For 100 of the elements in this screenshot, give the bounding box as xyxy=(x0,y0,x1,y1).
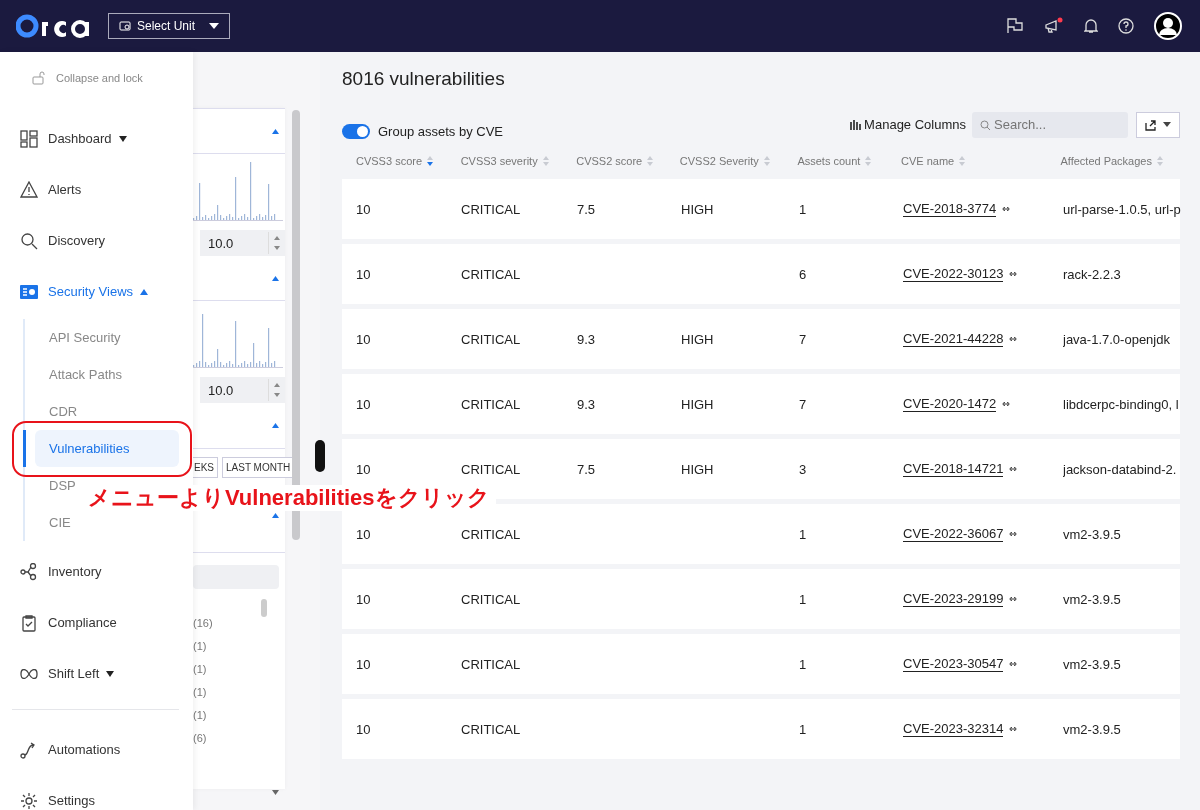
table-cell: 1 xyxy=(799,526,807,542)
caret-icon[interactable] xyxy=(272,423,279,428)
nav-item[interactable]: Dashboard xyxy=(20,113,193,164)
search-field[interactable]: Search... xyxy=(972,111,1128,138)
cve-link[interactable]: CVE-2022-30123 xyxy=(903,266,1004,282)
column-header[interactable]: CVSS3 severity xyxy=(460,155,577,167)
panel-handle[interactable] xyxy=(315,440,325,472)
table-cell: 7 xyxy=(799,331,807,347)
table-row[interactable]: 10 CRITICAL 9.3 HIGH 7 CVE-2021-44228 java-1.7.0-openjdk xyxy=(342,309,1180,369)
column-header[interactable]: CVSS2 Severity xyxy=(679,155,798,167)
unit-icon xyxy=(119,21,131,31)
nav-item[interactable]: Discovery xyxy=(20,215,193,266)
table-cell: 10 xyxy=(356,331,371,347)
caret-icon[interactable] xyxy=(272,275,279,281)
date-range-button[interactable]: LAST MONTH xyxy=(222,457,295,478)
submenu-item[interactable]: Attack Paths xyxy=(49,367,122,382)
export-button[interactable] xyxy=(1136,111,1180,138)
avatar-icon[interactable] xyxy=(1154,12,1182,40)
filter-search-field[interactable] xyxy=(193,565,279,589)
table-cell: 10 xyxy=(356,656,371,672)
nav-item[interactable]: Alerts xyxy=(20,164,193,215)
selection-bar xyxy=(23,430,26,467)
date-range-button[interactable]: EKS xyxy=(193,457,218,478)
table-cell: CRITICAL xyxy=(461,201,521,217)
option-count: (6) xyxy=(193,731,208,745)
table-cell: java-1.7.0-openjdk xyxy=(1063,331,1170,347)
flag-icon[interactable] xyxy=(1006,18,1024,34)
nav-item[interactable]: Settings xyxy=(20,775,193,810)
link-icon[interactable] xyxy=(1008,726,1019,732)
link-icon[interactable] xyxy=(1008,271,1019,277)
cve-link[interactable]: CVE-2023-32314 xyxy=(903,721,1004,737)
table-cell: 1 xyxy=(799,201,807,217)
column-header[interactable]: CVE name xyxy=(901,155,1061,167)
table-cell: HIGH xyxy=(681,201,714,217)
table-row[interactable]: 10 CRITICAL 9.3 HIGH 7 CVE-2020-1472 libdcerpc-binding0, l xyxy=(342,374,1180,434)
number-field[interactable]: 10.0 xyxy=(200,377,285,403)
submenu-item[interactable]: API Security xyxy=(49,330,121,345)
nav-item[interactable]: Automations xyxy=(20,724,193,775)
nav-item[interactable]: Inventory xyxy=(20,546,193,597)
table-cell: 10 xyxy=(356,266,371,282)
link-icon[interactable] xyxy=(1008,466,1019,472)
caret-icon[interactable] xyxy=(272,128,279,134)
table-cell: CRITICAL xyxy=(461,591,521,607)
submenu-item[interactable]: CDR xyxy=(49,404,78,419)
table-cell: 10 xyxy=(356,396,371,412)
cve-link[interactable]: CVE-2021-44228 xyxy=(903,331,1004,347)
table-row[interactable]: 10 CRITICAL 1 CVE-2023-32314 vm2-3.9.5 xyxy=(342,699,1180,759)
column-header[interactable]: CVSS3 score xyxy=(356,155,461,167)
submenu-item[interactable]: DSP xyxy=(49,478,76,493)
submenu-item[interactable]: CIE xyxy=(49,515,71,530)
column-header[interactable]: CVSS2 score xyxy=(576,155,680,167)
toggle-switch[interactable] xyxy=(342,124,370,139)
option-count: (1) xyxy=(193,708,208,722)
dashboard-icon xyxy=(20,129,38,148)
table-cell: vm2-3.9.5 xyxy=(1063,656,1121,672)
table-cell: HIGH xyxy=(681,396,714,412)
share-icon xyxy=(1145,118,1157,131)
cve-link[interactable]: CVE-2023-30547 xyxy=(903,656,1004,672)
link-icon[interactable] xyxy=(1008,531,1019,537)
table-cell: CRITICAL xyxy=(461,266,521,282)
table-cell: rack-2.2.3 xyxy=(1063,266,1121,282)
column-header[interactable]: Assets count xyxy=(797,155,902,167)
unit-select[interactable]: Select Unit xyxy=(108,13,230,39)
cve-link[interactable]: CVE-2018-3774 xyxy=(903,201,997,217)
table-cell: 6 xyxy=(799,266,807,282)
logo-icon xyxy=(16,14,90,38)
scrollbar-thumb[interactable] xyxy=(261,599,267,617)
table-cell: 10 xyxy=(356,461,371,477)
cve-link[interactable]: CVE-2022-36067 xyxy=(903,526,1004,542)
link-icon[interactable] xyxy=(1008,336,1019,342)
manage-columns-button[interactable]: Manage Columns xyxy=(844,117,972,132)
link-icon[interactable] xyxy=(1001,206,1012,212)
link-icon[interactable] xyxy=(1008,661,1019,667)
help-icon[interactable] xyxy=(1118,18,1134,34)
infinity-icon xyxy=(20,668,38,679)
nav-item[interactable]: Compliance xyxy=(20,597,193,648)
megaphone-icon[interactable] xyxy=(1044,17,1064,35)
nav-item[interactable]: Security Views xyxy=(20,266,193,317)
table-cell: 7.5 xyxy=(577,201,596,217)
table-row[interactable]: 10 CRITICAL 1 CVE-2023-30547 vm2-3.9.5 xyxy=(342,634,1180,694)
nav-item[interactable]: Shift Left xyxy=(20,648,193,699)
table-cell: 7.5 xyxy=(577,461,596,477)
column-header[interactable]: Affected Packages xyxy=(1060,155,1180,167)
table-row[interactable]: 10 CRITICAL 6 CVE-2022-30123 rack-2.2.3 xyxy=(342,244,1180,304)
table-cell: 1 xyxy=(799,656,807,672)
table-row[interactable]: 10 CRITICAL 7.5 HIGH 1 CVE-2018-3774 url-parse-1.0.5, url-p xyxy=(342,179,1180,239)
table-row[interactable]: 10 CRITICAL 1 CVE-2023-29199 vm2-3.9.5 xyxy=(342,569,1180,629)
collapse-lock-button[interactable]: Collapse and lock xyxy=(20,52,193,85)
cve-link[interactable]: CVE-2023-29199 xyxy=(903,591,1004,607)
table-cell: vm2-3.9.5 xyxy=(1063,721,1121,737)
link-icon[interactable] xyxy=(1001,401,1012,407)
link-icon[interactable] xyxy=(1008,596,1019,602)
cve-link[interactable]: CVE-2018-14721 xyxy=(903,461,1004,477)
bell-icon[interactable] xyxy=(1084,18,1098,34)
number-field[interactable]: 10.0 xyxy=(200,230,285,256)
option-count: (1) xyxy=(193,685,208,699)
table-cell: CRITICAL xyxy=(461,396,521,412)
cve-link[interactable]: CVE-2020-1472 xyxy=(903,396,997,412)
table-cell: 1 xyxy=(799,721,807,737)
submenu-item[interactable]: Vulnerabilities xyxy=(35,430,179,467)
